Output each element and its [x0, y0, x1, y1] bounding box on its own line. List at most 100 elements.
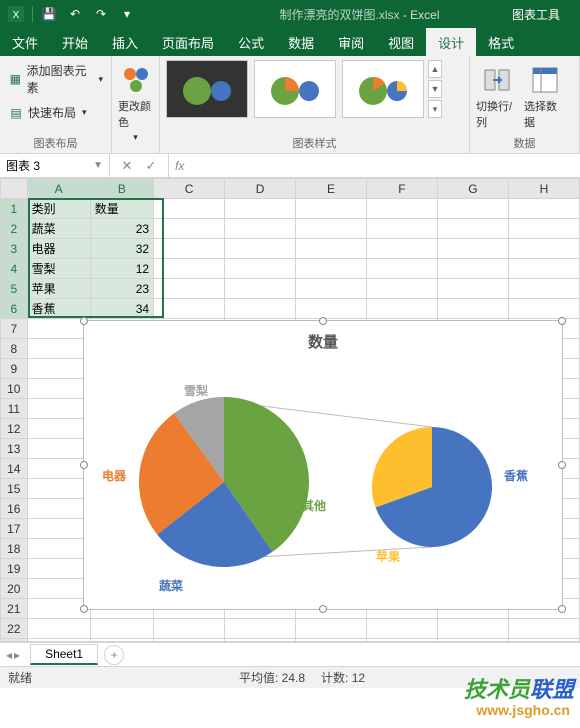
- save-icon[interactable]: 💾: [37, 3, 61, 25]
- select-all-corner[interactable]: [1, 179, 28, 199]
- row-header[interactable]: 22: [1, 619, 28, 639]
- cell[interactable]: [296, 279, 367, 299]
- sheet-tab[interactable]: Sheet1: [30, 644, 98, 665]
- cell[interactable]: [225, 619, 296, 639]
- cell[interactable]: [366, 279, 437, 299]
- cell[interactable]: [90, 619, 153, 639]
- cell[interactable]: [154, 239, 225, 259]
- cell[interactable]: [296, 239, 367, 259]
- cell[interactable]: 23: [90, 279, 153, 299]
- cell[interactable]: [296, 639, 367, 643]
- cell[interactable]: 数量: [90, 199, 153, 219]
- resize-handle[interactable]: [80, 317, 88, 325]
- cell[interactable]: [366, 639, 437, 643]
- cell[interactable]: [27, 399, 90, 419]
- chevron-down-icon[interactable]: ▼: [93, 160, 103, 171]
- cell[interactable]: [225, 259, 296, 279]
- row-header[interactable]: 12: [1, 419, 28, 439]
- cell[interactable]: [437, 619, 508, 639]
- row-header[interactable]: 10: [1, 379, 28, 399]
- cell[interactable]: [225, 219, 296, 239]
- cell[interactable]: [225, 239, 296, 259]
- cell[interactable]: [27, 499, 90, 519]
- cell[interactable]: 34: [90, 299, 153, 319]
- change-colors-button[interactable]: 更改颜色▾: [118, 60, 153, 143]
- cell[interactable]: [508, 619, 579, 639]
- cell[interactable]: [154, 259, 225, 279]
- cell[interactable]: [437, 639, 508, 643]
- gallery-down-icon[interactable]: ▼: [428, 80, 442, 98]
- cell[interactable]: [508, 199, 579, 219]
- cell[interactable]: [27, 619, 90, 639]
- cell[interactable]: [225, 199, 296, 219]
- resize-handle[interactable]: [319, 317, 327, 325]
- cell[interactable]: [27, 519, 90, 539]
- cell[interactable]: 类别: [27, 199, 90, 219]
- row-header[interactable]: 20: [1, 579, 28, 599]
- cell[interactable]: [437, 279, 508, 299]
- row-header[interactable]: 21: [1, 599, 28, 619]
- row-header[interactable]: 2: [1, 219, 28, 239]
- column-header[interactable]: E: [296, 179, 367, 199]
- cell[interactable]: [27, 639, 90, 643]
- cell[interactable]: [508, 219, 579, 239]
- name-box[interactable]: 图表 3▼: [0, 154, 110, 177]
- cell[interactable]: [437, 259, 508, 279]
- column-header[interactable]: D: [225, 179, 296, 199]
- cell[interactable]: [154, 279, 225, 299]
- row-header[interactable]: 23: [1, 639, 28, 643]
- chart-style-2[interactable]: [254, 60, 336, 118]
- cell[interactable]: [508, 239, 579, 259]
- cell[interactable]: [27, 379, 90, 399]
- cell[interactable]: [27, 339, 90, 359]
- undo-icon[interactable]: ↶: [63, 3, 87, 25]
- cell[interactable]: [27, 439, 90, 459]
- row-header[interactable]: 19: [1, 559, 28, 579]
- cell[interactable]: [154, 299, 225, 319]
- cell[interactable]: [508, 639, 579, 643]
- excel-icon[interactable]: X: [4, 3, 28, 25]
- cell[interactable]: 苹果: [27, 279, 90, 299]
- row-header[interactable]: 8: [1, 339, 28, 359]
- add-chart-element-button[interactable]: ▦添加图表元素▾: [6, 60, 105, 98]
- resize-handle[interactable]: [558, 317, 566, 325]
- tab-home[interactable]: 开始: [50, 28, 100, 56]
- add-sheet-button[interactable]: +: [104, 645, 124, 665]
- row-header[interactable]: 18: [1, 539, 28, 559]
- row-header[interactable]: 9: [1, 359, 28, 379]
- cell[interactable]: [27, 579, 90, 599]
- row-header[interactable]: 4: [1, 259, 28, 279]
- resize-handle[interactable]: [80, 605, 88, 613]
- cell[interactable]: 雪梨: [27, 259, 90, 279]
- row-header[interactable]: 16: [1, 499, 28, 519]
- cell[interactable]: 蔬菜: [27, 219, 90, 239]
- column-header[interactable]: H: [508, 179, 579, 199]
- tab-view[interactable]: 视图: [376, 28, 426, 56]
- embedded-chart[interactable]: 数量 雪梨 电器 蔬菜 其他 苹果 香蕉: [83, 320, 563, 610]
- cell[interactable]: [366, 299, 437, 319]
- cell[interactable]: [508, 259, 579, 279]
- row-header[interactable]: 13: [1, 439, 28, 459]
- cell[interactable]: [366, 239, 437, 259]
- tab-pagelayout[interactable]: 页面布局: [150, 28, 226, 56]
- row-header[interactable]: 5: [1, 279, 28, 299]
- column-header[interactable]: B: [90, 179, 153, 199]
- cell[interactable]: [225, 299, 296, 319]
- cell[interactable]: 电器: [27, 239, 90, 259]
- chart-plot-area[interactable]: 雪梨 电器 蔬菜 其他 苹果 香蕉: [84, 352, 562, 602]
- cell[interactable]: [27, 419, 90, 439]
- row-header[interactable]: 11: [1, 399, 28, 419]
- tab-file[interactable]: 文件: [0, 28, 50, 56]
- tab-design[interactable]: 设计: [426, 28, 476, 56]
- cell[interactable]: [27, 559, 90, 579]
- cell[interactable]: [154, 199, 225, 219]
- cell[interactable]: [437, 299, 508, 319]
- cell[interactable]: [366, 259, 437, 279]
- column-header[interactable]: F: [366, 179, 437, 199]
- secondary-pie[interactable]: [372, 427, 492, 547]
- row-header[interactable]: 1: [1, 199, 28, 219]
- qat-dropdown-icon[interactable]: ▾: [115, 3, 139, 25]
- cell[interactable]: [508, 299, 579, 319]
- switch-row-col-button[interactable]: 切换行/列: [476, 60, 518, 130]
- cell[interactable]: [437, 239, 508, 259]
